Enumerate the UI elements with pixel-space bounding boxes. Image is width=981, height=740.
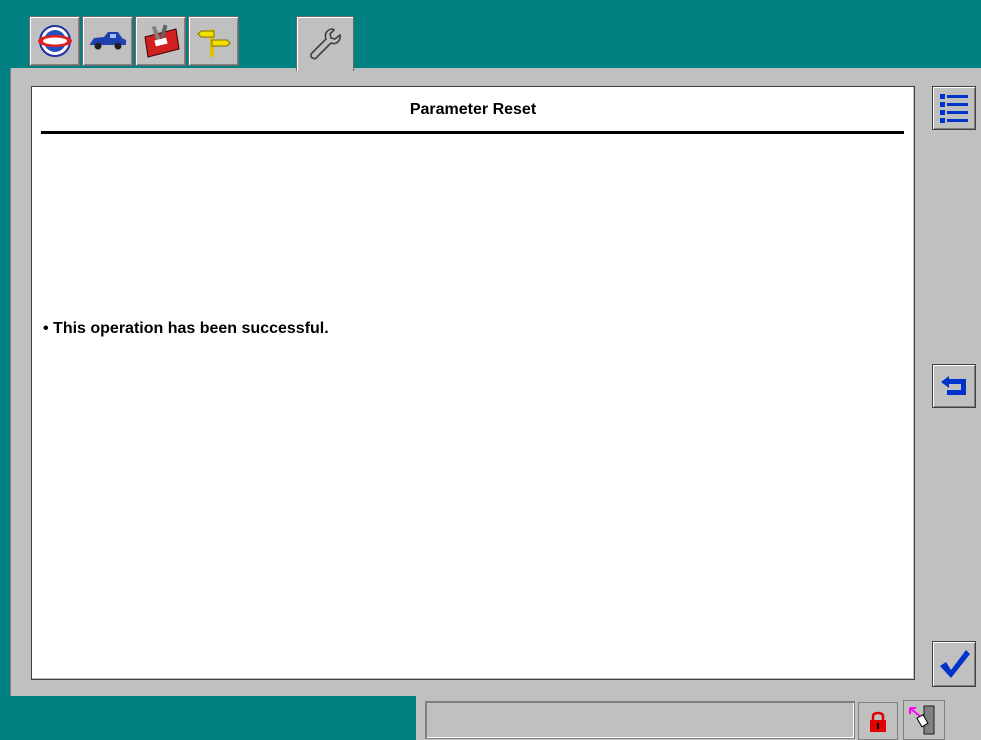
signpost-icon <box>196 29 231 57</box>
page-title: Parameter Reset <box>409 101 537 118</box>
obd-logo-icon <box>37 25 72 57</box>
list-button[interactable] <box>932 86 976 130</box>
title-divider <box>41 131 904 134</box>
content-area: Parameter Reset • This operation has bee… <box>31 86 915 680</box>
back-arrow-icon <box>941 376 966 395</box>
status-field <box>425 701 855 739</box>
tool-connect-button[interactable] <box>903 700 945 740</box>
wrench-icon <box>310 28 341 60</box>
tab-signpost[interactable] <box>188 16 239 66</box>
back-button[interactable] <box>932 364 976 408</box>
tab-obd[interactable] <box>29 16 80 66</box>
checkmark-icon <box>940 650 970 678</box>
list-icon <box>940 94 968 123</box>
top-toolbar <box>0 0 981 71</box>
status-bar-left <box>0 696 416 740</box>
tab-wrench[interactable] <box>296 16 354 71</box>
tab-toolbox[interactable] <box>135 16 186 66</box>
tab-vehicle[interactable] <box>82 16 133 66</box>
vehicle-icon <box>89 32 126 50</box>
confirm-button[interactable] <box>932 641 976 687</box>
tab-group <box>29 16 239 68</box>
tool-connect-icon <box>909 705 935 735</box>
lock-icon <box>870 711 886 732</box>
status-message: • This operation has been successful. <box>43 320 329 337</box>
lock-button[interactable] <box>858 702 898 740</box>
toolbox-icon <box>143 24 180 58</box>
